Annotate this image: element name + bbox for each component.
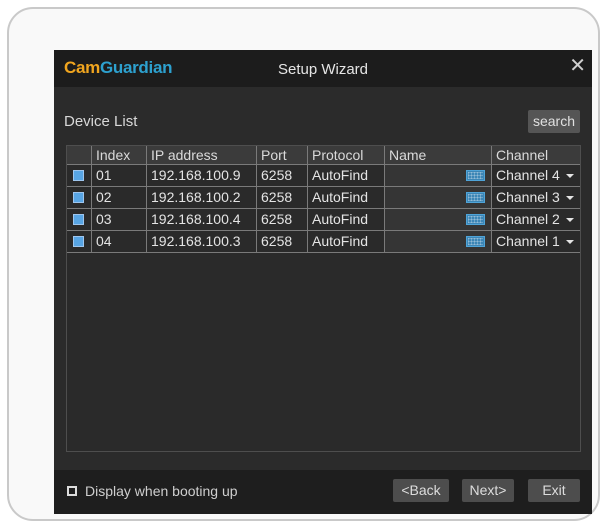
window-title: Setup Wizard <box>277 61 369 78</box>
row-channel-select[interactable]: Channel 1 <box>492 231 580 252</box>
row-checkbox[interactable] <box>73 214 84 225</box>
header-port: Port <box>257 146 308 164</box>
chevron-down-icon <box>566 196 574 200</box>
row-index: 04 <box>92 231 147 252</box>
row-channel-select[interactable]: Channel 4 <box>492 165 580 186</box>
next-button[interactable]: Next> <box>462 479 514 502</box>
row-protocol: AutoFind <box>308 209 385 230</box>
row-ip-address: 192.168.100.2 <box>147 187 257 208</box>
header-ip-address: IP address <box>147 146 257 164</box>
header-select <box>67 146 92 164</box>
row-port: 6258 <box>257 231 308 252</box>
row-channel-value: Channel 4 <box>496 167 560 183</box>
table-row: 03 192.168.100.4 6258 AutoFind Channel 2 <box>67 209 580 231</box>
row-checkbox[interactable] <box>73 170 84 181</box>
device-list-label: Device List <box>64 113 138 130</box>
row-name-input[interactable] <box>385 187 492 208</box>
table-row: 01 192.168.100.9 6258 AutoFind Channel 4 <box>67 165 580 187</box>
row-name-input[interactable] <box>385 231 492 252</box>
header-index: Index <box>92 146 147 164</box>
keyboard-icon[interactable] <box>466 170 485 181</box>
chevron-down-icon <box>566 218 574 222</box>
table-header: Index IP address Port Protocol Name Chan… <box>67 146 580 165</box>
header-name: Name <box>385 146 492 164</box>
row-port: 6258 <box>257 165 308 186</box>
row-channel-value: Channel 2 <box>496 211 560 227</box>
row-channel-select[interactable]: Channel 3 <box>492 187 580 208</box>
row-checkbox[interactable] <box>73 192 84 203</box>
row-channel-value: Channel 3 <box>496 189 560 205</box>
keyboard-icon[interactable] <box>466 214 485 225</box>
chevron-down-icon <box>566 174 574 178</box>
keyboard-icon[interactable] <box>466 192 485 203</box>
table-row: 04 192.168.100.3 6258 AutoFind Channel 1 <box>67 231 580 253</box>
row-ip-address: 192.168.100.4 <box>147 209 257 230</box>
title-bar: CamGuardian Setup Wizard ✕ <box>54 50 592 87</box>
chevron-down-icon <box>566 240 574 244</box>
row-channel-value: Channel 1 <box>496 233 560 249</box>
row-name-input[interactable] <box>385 209 492 230</box>
header-channel: Channel <box>496 147 549 163</box>
device-table: Index IP address Port Protocol Name Chan… <box>66 145 581 452</box>
row-protocol: AutoFind <box>308 187 385 208</box>
boot-display-label: Display when booting up <box>85 483 238 499</box>
table-row: 02 192.168.100.2 6258 AutoFind Channel 3 <box>67 187 580 209</box>
keyboard-icon[interactable] <box>466 236 485 247</box>
close-icon[interactable]: ✕ <box>569 56 586 76</box>
row-protocol: AutoFind <box>308 231 385 252</box>
footer-bar: Display when booting up <Back Next> Exit <box>54 470 592 514</box>
row-protocol: AutoFind <box>308 165 385 186</box>
row-ip-address: 192.168.100.9 <box>147 165 257 186</box>
row-index: 03 <box>92 209 147 230</box>
search-button[interactable]: search <box>528 110 580 133</box>
boot-display-checkbox[interactable]: Display when booting up <box>67 483 238 499</box>
setup-wizard-window: CamGuardian Setup Wizard ✕ Device List s… <box>54 50 592 514</box>
checkbox-icon <box>67 486 77 496</box>
dialog-frame: CamGuardian Setup Wizard ✕ Device List s… <box>7 7 600 521</box>
row-ip-address: 192.168.100.3 <box>147 231 257 252</box>
row-name-input[interactable] <box>385 165 492 186</box>
back-button[interactable]: <Back <box>393 479 449 502</box>
exit-button[interactable]: Exit <box>528 479 580 502</box>
row-checkbox[interactable] <box>73 236 84 247</box>
row-port: 6258 <box>257 187 308 208</box>
header-protocol: Protocol <box>308 146 385 164</box>
row-index: 02 <box>92 187 147 208</box>
row-index: 01 <box>92 165 147 186</box>
row-port: 6258 <box>257 209 308 230</box>
row-channel-select[interactable]: Channel 2 <box>492 209 580 230</box>
